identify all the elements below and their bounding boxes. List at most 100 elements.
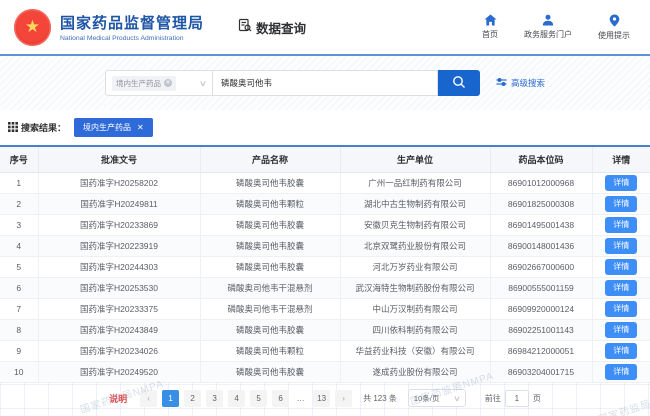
page-button-6[interactable]: 6 — [272, 390, 289, 407]
cell-product: 磷酸奥司他韦胶囊 — [200, 361, 340, 382]
detail-button[interactable]: 详情 — [605, 364, 637, 380]
next-page-button[interactable]: › — [335, 390, 352, 407]
nav-home[interactable]: 首页 — [482, 14, 498, 41]
nav-home-label: 首页 — [482, 29, 498, 40]
goto-suffix: 页 — [533, 393, 541, 404]
page-title: 数据查询 — [256, 18, 306, 37]
cell-code: 86902667000600 — [490, 256, 592, 277]
cell-manufacturer: 华益药业科技（安徽）有限公司 — [340, 340, 490, 361]
cell-no: 8 — [0, 319, 38, 340]
cell-manufacturer: 安徽贝克生物制药有限公司 — [340, 214, 490, 235]
filter-sliders-icon — [496, 77, 507, 89]
cell-approval: 国药准字H20253530 — [38, 277, 200, 298]
active-filter-tag[interactable]: 境内生产药品 ✕ — [74, 118, 153, 137]
document-search-icon — [238, 18, 252, 37]
table-row: 1 国药准字H20258202 磷酸奥司他韦胶囊 广州一品红制药有限公司 869… — [0, 172, 650, 193]
cell-code: 86902251001143 — [490, 319, 592, 340]
cell-product: 磷酸奥司他韦颗粒 — [200, 193, 340, 214]
category-tag-close-icon[interactable]: ✕ — [164, 79, 172, 87]
cell-code: 86901012000968 — [490, 172, 592, 193]
detail-button[interactable]: 详情 — [605, 196, 637, 212]
org-title-block: 国家药品监督管理局 National Medical Products Admi… — [60, 12, 204, 42]
cell-approval: 国药准字H20223919 — [38, 235, 200, 256]
category-tag[interactable]: 境内生产药品 ✕ — [112, 76, 176, 91]
nav-gov-portal-label: 政务服务门户 — [524, 29, 572, 40]
page-button-2[interactable]: 2 — [184, 390, 201, 407]
cell-manufacturer: 北京双鹭药业股份有限公司 — [340, 235, 490, 256]
table-row: 4 国药准字H20223919 磷酸奥司他韦胶囊 北京双鹭药业股份有限公司 86… — [0, 235, 650, 256]
search-bar: 境内生产药品 ✕ ∨ 高级搜索 — [105, 70, 545, 96]
cell-approval: 国药准字H20258202 — [38, 172, 200, 193]
detail-button[interactable]: 详情 — [605, 217, 637, 233]
cell-product: 磷酸奥司他韦胶囊 — [200, 319, 340, 340]
cell-no: 10 — [0, 361, 38, 382]
detail-button[interactable]: 详情 — [605, 343, 637, 359]
cell-approval: 国药准字H20243849 — [38, 319, 200, 340]
user-icon — [542, 14, 554, 26]
nav-gov-portal[interactable]: 政务服务门户 — [524, 14, 572, 41]
page-button-1[interactable]: 1 — [162, 390, 179, 407]
goto-page-wrap: 前往 页 — [485, 390, 541, 407]
table-row: 5 国药准字H20244303 磷酸奥司他韦胶囊 河北万岁药业有限公司 8690… — [0, 256, 650, 277]
table-row: 2 国药准字H20249811 磷酸奥司他韦颗粒 湖北中古生物制药有限公司 86… — [0, 193, 650, 214]
table-row: 7 国药准字H20233375 磷酸奥司他韦干混悬剂 中山万汉制药有限公司 86… — [0, 298, 650, 319]
col-header-detail: 详情 — [592, 146, 650, 172]
cell-product: 磷酸奥司他韦胶囊 — [200, 256, 340, 277]
cell-no: 3 — [0, 214, 38, 235]
advanced-search-label: 高级搜索 — [511, 77, 545, 89]
page-ellipsis[interactable]: … — [294, 394, 308, 403]
page-button-13[interactable]: 13 — [313, 390, 330, 407]
detail-button[interactable]: 详情 — [605, 259, 637, 275]
col-header-approval: 批准文号 — [38, 146, 200, 172]
page-button-4[interactable]: 4 — [228, 390, 245, 407]
detail-button[interactable]: 详情 — [605, 238, 637, 254]
filter-tag-label: 境内生产药品 — [83, 122, 131, 133]
cell-manufacturer: 武汉海特生物制药股份有限公司 — [340, 277, 490, 298]
col-header-manufacturer: 生产单位 — [340, 146, 490, 172]
detail-button[interactable]: 详情 — [605, 175, 637, 191]
cell-code: 86984212000051 — [490, 340, 592, 361]
cell-code: 86901825000308 — [490, 193, 592, 214]
table-row: 3 国药准字H20233869 磷酸奥司他韦胶囊 安徽贝克生物制药有限公司 86… — [0, 214, 650, 235]
col-header-no: 序号 — [0, 146, 38, 172]
filter-tag-close-icon[interactable]: ✕ — [137, 124, 144, 132]
page-button-3[interactable]: 3 — [206, 390, 223, 407]
note-link[interactable]: 说明 — [109, 392, 127, 405]
results-label-wrap: 搜索结果： — [8, 121, 66, 134]
detail-button[interactable]: 详情 — [605, 280, 637, 296]
goto-page-input[interactable] — [505, 390, 529, 407]
category-tag-label: 境内生产药品 — [116, 78, 161, 89]
nav-usage-tips[interactable]: 使用提示 — [598, 14, 630, 41]
data-query-title: 数据查询 — [238, 18, 306, 37]
page-size-value: 10条/页 — [414, 393, 439, 404]
cell-no: 4 — [0, 235, 38, 256]
search-button[interactable] — [438, 70, 480, 96]
results-table: 序号 批准文号 产品名称 生产单位 药品本位码 详情 1 国药准字H202582… — [0, 145, 650, 383]
detail-button[interactable]: 详情 — [605, 322, 637, 338]
category-select[interactable]: 境内生产药品 ✕ ∨ — [105, 70, 213, 96]
cell-code: 86901495001438 — [490, 214, 592, 235]
cell-manufacturer: 广州一品红制药有限公司 — [340, 172, 490, 193]
cell-no: 7 — [0, 298, 38, 319]
cell-no: 2 — [0, 193, 38, 214]
cell-approval: 国药准字H20234026 — [38, 340, 200, 361]
cell-code: 86909920000124 — [490, 298, 592, 319]
page-size-select[interactable]: 10条/页 ∨ — [408, 389, 466, 407]
cell-product: 磷酸奥司他韦胶囊 — [200, 172, 340, 193]
cell-code: 86900555001159 — [490, 277, 592, 298]
cell-code: 86903204001715 — [490, 361, 592, 382]
cell-product: 磷酸奥司他韦干混悬剂 — [200, 298, 340, 319]
cell-approval: 国药准字H20244303 — [38, 256, 200, 277]
page-button-5[interactable]: 5 — [250, 390, 267, 407]
cell-no: 5 — [0, 256, 38, 277]
search-section: 境内生产药品 ✕ ∨ 高级搜索 — [0, 56, 650, 110]
cell-manufacturer: 湖北中古生物制药有限公司 — [340, 193, 490, 214]
cell-approval: 国药准字H20249811 — [38, 193, 200, 214]
cell-no: 1 — [0, 172, 38, 193]
prev-page-button[interactable]: ‹ — [140, 390, 157, 407]
detail-button[interactable]: 详情 — [605, 301, 637, 317]
search-input[interactable] — [213, 70, 438, 96]
cell-approval: 国药准字H20233375 — [38, 298, 200, 319]
pagination-bar: 说明 ‹ 1 2 3 4 5 6 … 13 › 共 123 条 10条/页 ∨ … — [0, 383, 650, 414]
advanced-search-link[interactable]: 高级搜索 — [496, 77, 545, 89]
